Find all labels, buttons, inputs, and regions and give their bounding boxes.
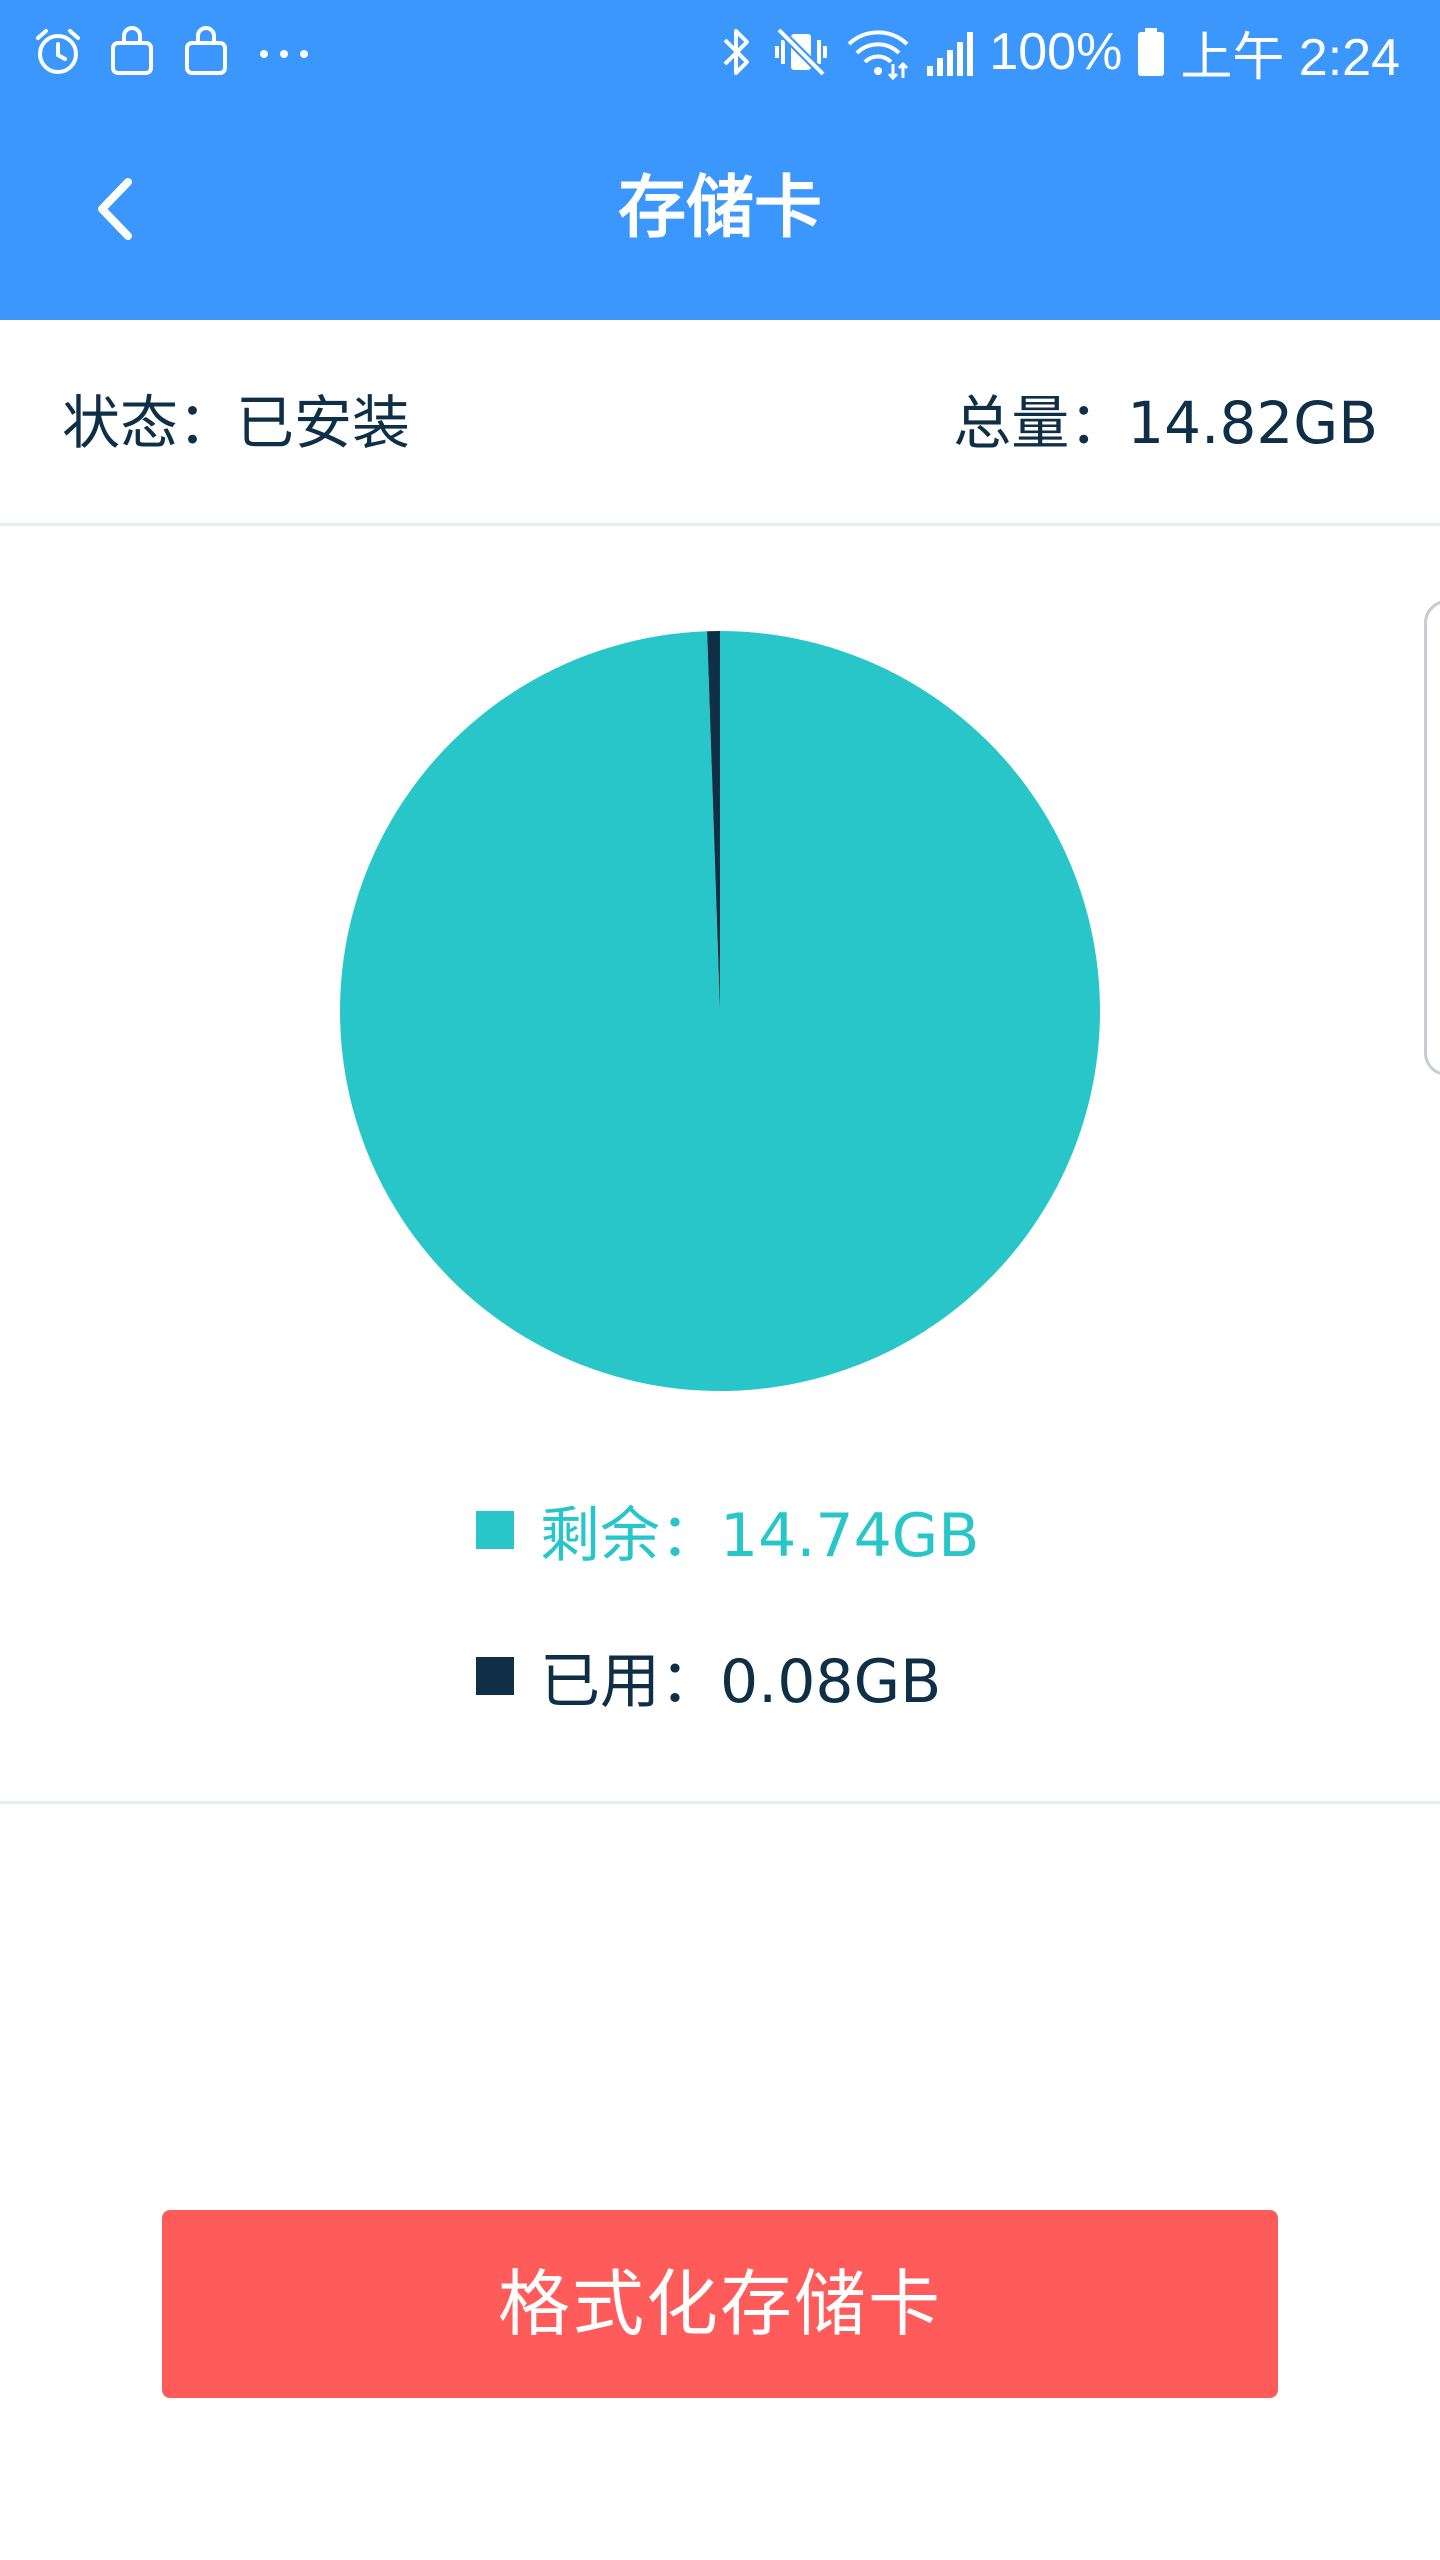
back-button[interactable] [70, 164, 160, 254]
page-title: 存储卡 [617, 169, 822, 248]
clock: 上午 2:24 [1180, 28, 1400, 87]
legend-item-used: 已用：0.08GB [476, 1636, 1176, 1717]
shopping-bag-icon [111, 26, 153, 75]
storage-pie-chart [339, 631, 1100, 1391]
status-bar-left [32, 22, 314, 82]
bluetooth-icon [723, 29, 750, 75]
wifi-icon [847, 30, 909, 80]
edge-panel-handle[interactable] [1424, 600, 1440, 1076]
status-label: 状态：已安装 [62, 389, 411, 457]
legend-swatch-remaining [476, 1511, 514, 1549]
format-sd-card-button[interactable]: 格式化存储卡 [162, 2210, 1278, 2398]
signal-icon [927, 32, 974, 76]
battery-icon [1138, 28, 1165, 76]
legend-label-remaining: 剩余：14.74GB [540, 1500, 980, 1571]
app-bar: 存储卡 [0, 104, 1440, 320]
status-bar: 100% 上午 2:24 [0, 0, 1440, 104]
more-dots-icon [260, 50, 308, 58]
legend-swatch-used [476, 1657, 514, 1695]
chevron-left-icon [98, 178, 132, 240]
vibrate-mute-icon [775, 27, 828, 77]
alarm-icon [36, 29, 80, 74]
chart-legend: 剩余：14.74GB 已用：0.08GB [476, 1490, 1176, 1782]
legend-item-remaining: 剩余：14.74GB [476, 1490, 1176, 1571]
legend-label-used: 已用：0.08GB [540, 1646, 942, 1717]
battery-percentage: 100% [989, 23, 1123, 81]
storage-info-row: 状态：已安装 总量：14.82GB [0, 320, 1440, 526]
shopping-bag-icon [185, 26, 227, 75]
top-bar: 100% 上午 2:24 存储卡 [0, 0, 1440, 320]
storage-chart-section: 剩余：14.74GB 已用：0.08GB [0, 526, 1440, 1804]
total-capacity-label: 总量：14.82GB [953, 389, 1378, 457]
status-bar-right: 100% 上午 2:24 [717, 14, 1400, 90]
